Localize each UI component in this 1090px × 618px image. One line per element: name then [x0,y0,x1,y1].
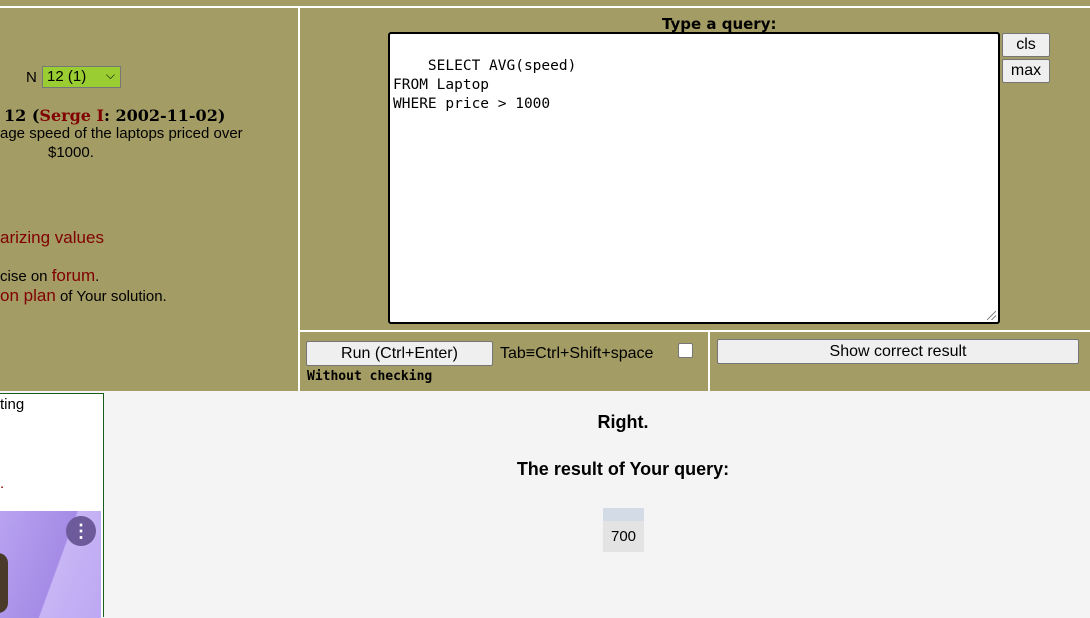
exercise-description-line2: $1000. [48,144,94,161]
tab-shortcut-checkbox[interactable] [678,343,693,358]
clear-button[interactable]: cls [1002,33,1050,57]
forum-line: cise on forum. [0,266,99,286]
tab-shortcut-label: Tab≡Ctrl+Shift+space [500,345,654,362]
exercise-number: 12 ( [4,106,40,125]
ad-image[interactable]: ⋮ [0,511,101,618]
topic-link[interactable]: arizing values [0,228,104,248]
query-text: SELECT AVG(speed) FROM Laptop WHERE pric… [393,58,577,112]
run-button[interactable]: Run (Ctrl+Enter) [306,341,493,366]
result-status: Right. [597,412,649,432]
without-checking-link[interactable]: Without checking [307,369,432,384]
plan-suffix: of Your solution. [55,288,167,305]
exercise-description-line1: age speed of the laptops priced over [0,125,243,142]
more-options-icon[interactable]: ⋮ [66,516,96,546]
exercise-number-label: N [26,69,37,86]
result-table: 700 [603,508,644,552]
exercise-select[interactable]: 12 (1) ⌵ [42,66,121,88]
query-textarea[interactable]: SELECT AVG(speed) FROM Laptop WHERE pric… [388,32,1000,324]
result-cell: 700 [603,521,644,552]
exercise-date: : 2002-11-02) [104,106,226,125]
plan-line: on plan of Your solution. [0,286,167,306]
ad-text: ting [0,396,25,413]
show-correct-result-button[interactable]: Show correct result [717,339,1079,364]
forum-link[interactable]: forum [52,266,95,285]
result-title: The result of Your query: [516,459,730,479]
correct-result-panel: Show correct result [710,332,1090,391]
run-panel: Run (Ctrl+Enter) Tab≡Ctrl+Shift+space Wi… [300,332,708,391]
forum-prefix: cise on [0,268,52,285]
chevron-down-icon: ⌵ [105,68,115,82]
result-table-header [603,508,644,521]
exercise-select-value: 12 (1) [47,68,87,85]
ad-link[interactable]: . [0,475,4,492]
execution-plan-link[interactable]: on plan [0,286,56,305]
exercise-heading: 12 (Serge I: 2002-11-02) [4,106,225,125]
maximize-button[interactable]: max [1002,59,1050,83]
exercise-panel: N 12 (1) ⌵ 12 (Serge I: 2002-11-02) age … [0,8,298,391]
forum-suffix: . [95,268,100,285]
exercise-author[interactable]: Serge I [39,106,104,125]
query-panel: Type a query: SELECT AVG(speed) FROM Lap… [300,8,1090,330]
person-image [0,553,8,613]
query-title: Type a query: [662,15,777,33]
ad-box: ting . ⋮ [0,393,104,618]
resize-handle[interactable] [987,311,996,320]
